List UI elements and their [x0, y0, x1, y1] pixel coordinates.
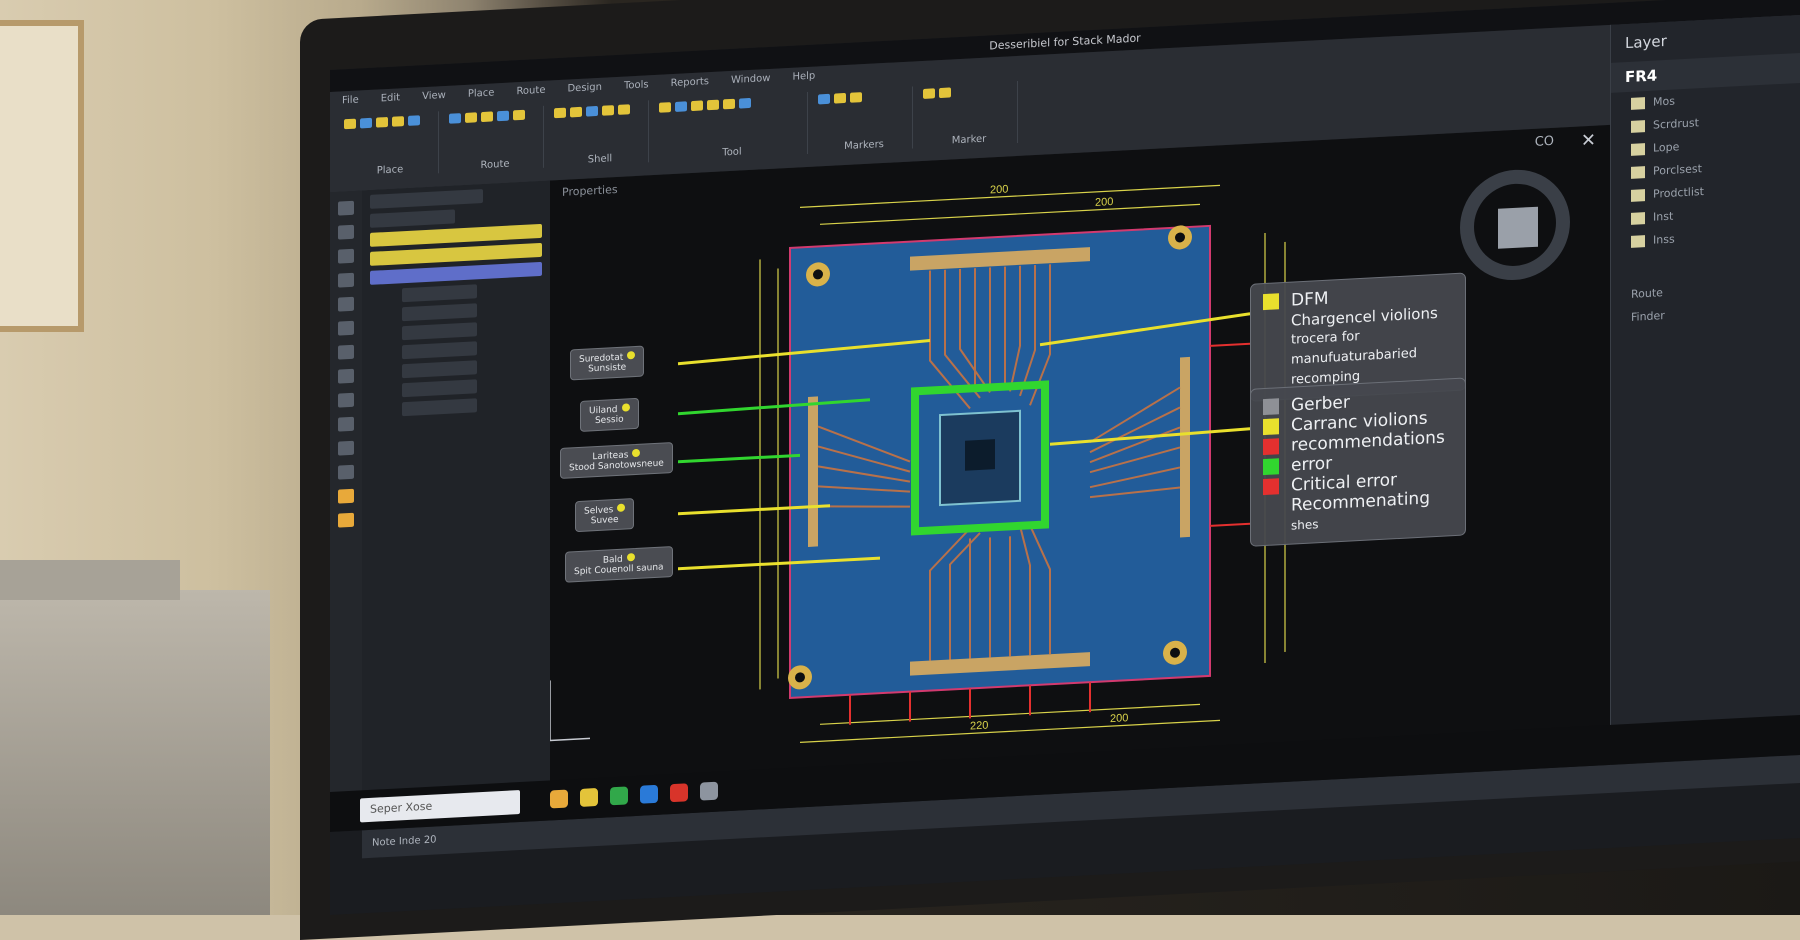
layer-tool-icon[interactable] — [338, 416, 354, 432]
tree-item[interactable] — [402, 303, 478, 322]
app-icon[interactable] — [700, 781, 718, 801]
menu-route[interactable]: Route — [516, 85, 545, 98]
monitor-screen: Desseribiel for Stack Mador File Edit Vi… — [330, 0, 1800, 915]
axis-indicator — [550, 680, 590, 742]
tree-item[interactable] — [402, 341, 478, 360]
left-toolbar — [330, 190, 363, 833]
ribbon-group-shell[interactable]: Shell — [552, 100, 649, 168]
layer-panel: Layer FR4 Mos Scrdrust Lope Porclsest Pr… — [1610, 14, 1800, 765]
net-label[interactable]: Bald Spit Couenoll sauna — [565, 546, 673, 583]
connector-right — [1180, 356, 1190, 538]
tree-item[interactable] — [402, 398, 478, 417]
menu-design[interactable]: Design — [567, 82, 602, 95]
taskbar-search-input[interactable]: Seper Xose — [360, 790, 520, 823]
net-label[interactable]: Selves Suvee — [575, 498, 635, 533]
dfm-title: DFM — [1291, 288, 1329, 311]
menu-help[interactable]: Help — [792, 71, 815, 83]
tree-item-selected[interactable] — [370, 261, 542, 285]
pan-tool-icon[interactable] — [338, 392, 354, 408]
menu-reports[interactable]: Reports — [671, 76, 709, 89]
ribbon-group-tool[interactable]: Tool — [657, 91, 808, 162]
dim-bottom-a: 220 — [970, 720, 988, 733]
tree-item[interactable] — [402, 379, 478, 398]
tree-item[interactable] — [402, 284, 478, 303]
net-label[interactable]: Lariteas Stood Sanotowsneue — [560, 442, 673, 479]
menu-tools[interactable]: Tools — [624, 79, 649, 91]
legend-swatch-icon — [1263, 478, 1279, 496]
app-icon[interactable] — [670, 783, 688, 803]
menu-view[interactable]: View — [422, 90, 446, 102]
layer-color-icon — [1631, 234, 1645, 248]
project-tree-panel — [362, 180, 551, 831]
ribbon-group-route[interactable]: Route — [447, 105, 544, 173]
text-tool-icon[interactable] — [338, 320, 354, 336]
layer-color-icon — [1631, 96, 1645, 110]
menu-file[interactable]: File — [342, 94, 359, 106]
legend-callout: Gerber Carranc violions recommendations … — [1250, 377, 1466, 547]
tree-item[interactable] — [370, 209, 455, 228]
legend-swatch-icon — [1263, 458, 1279, 476]
tree-item[interactable] — [402, 322, 478, 341]
ribbon-group-place[interactable]: Place — [342, 111, 439, 179]
tree-item[interactable] — [402, 360, 478, 379]
net-label[interactable]: Uiland Sessio — [580, 397, 639, 432]
pcb-canvas[interactable]: Properties CO ✕ 200 200 220 200 Suredota… — [550, 124, 1610, 821]
layer-color-icon — [1631, 188, 1645, 202]
dim-top-a: 200 — [990, 183, 1008, 196]
ribbon-group-markers[interactable]: Markers — [816, 86, 913, 154]
legend-swatch-icon — [1263, 398, 1279, 416]
browser-icon[interactable] — [640, 784, 658, 804]
chat-icon[interactable] — [610, 786, 628, 806]
explorer-icon[interactable] — [580, 787, 598, 807]
office-printer — [0, 560, 270, 915]
legend-swatch-icon — [1263, 418, 1279, 436]
folder-icon[interactable] — [550, 789, 568, 809]
zoom-tool-icon[interactable] — [338, 368, 354, 384]
legend-swatch-icon — [1263, 438, 1279, 456]
via-tool-icon[interactable] — [338, 272, 354, 288]
measure-tool-icon[interactable] — [338, 344, 354, 360]
menu-edit[interactable]: Edit — [381, 92, 400, 104]
ribbon-group-marker[interactable]: Marker — [921, 80, 1018, 149]
chip-die — [965, 439, 995, 471]
layer-color-icon — [1631, 211, 1645, 225]
dim-bottom-b: 200 — [1110, 712, 1128, 725]
layer-color-icon — [1631, 165, 1645, 179]
grid-tool-icon[interactable] — [338, 440, 354, 456]
select-tool-icon[interactable] — [338, 200, 354, 216]
connector-left — [808, 396, 818, 547]
move-tool-icon[interactable] — [338, 224, 354, 240]
tree-item[interactable] — [370, 188, 483, 209]
layer-color-icon — [1631, 119, 1645, 133]
menu-place[interactable]: Place — [468, 87, 495, 99]
color-swatch-icon[interactable] — [338, 488, 354, 504]
drc-tool-icon[interactable] — [338, 464, 354, 480]
color-swatch-icon[interactable] — [338, 512, 354, 528]
route-tool-icon[interactable] — [338, 248, 354, 264]
pad-tool-icon[interactable] — [338, 296, 354, 312]
layer-color-icon — [1631, 142, 1645, 156]
dim-top-b: 200 — [1095, 196, 1113, 209]
menu-window[interactable]: Window — [731, 73, 770, 86]
net-label[interactable]: Suredotat Sunsiste — [570, 345, 645, 381]
wall-frame — [0, 20, 84, 332]
legend-swatch-icon — [1263, 293, 1279, 311]
leader-line — [678, 453, 800, 464]
